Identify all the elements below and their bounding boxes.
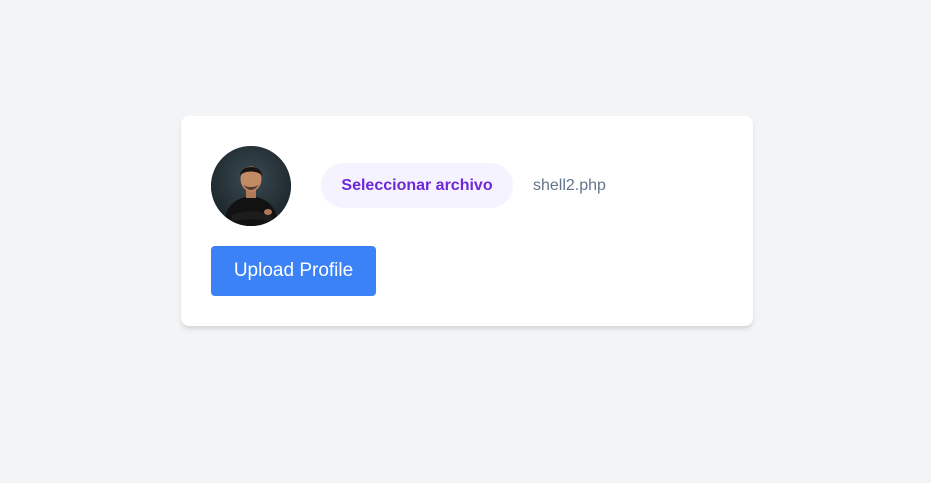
profile-upload-card: Seleccionar archivo shell2.php Upload Pr… bbox=[181, 116, 753, 326]
choose-file-button[interactable]: Seleccionar archivo bbox=[321, 163, 513, 208]
upload-profile-button[interactable]: Upload Profile bbox=[211, 246, 376, 296]
avatar bbox=[211, 146, 291, 226]
user-photo-icon bbox=[211, 146, 291, 226]
selected-file-name: shell2.php bbox=[533, 177, 606, 194]
